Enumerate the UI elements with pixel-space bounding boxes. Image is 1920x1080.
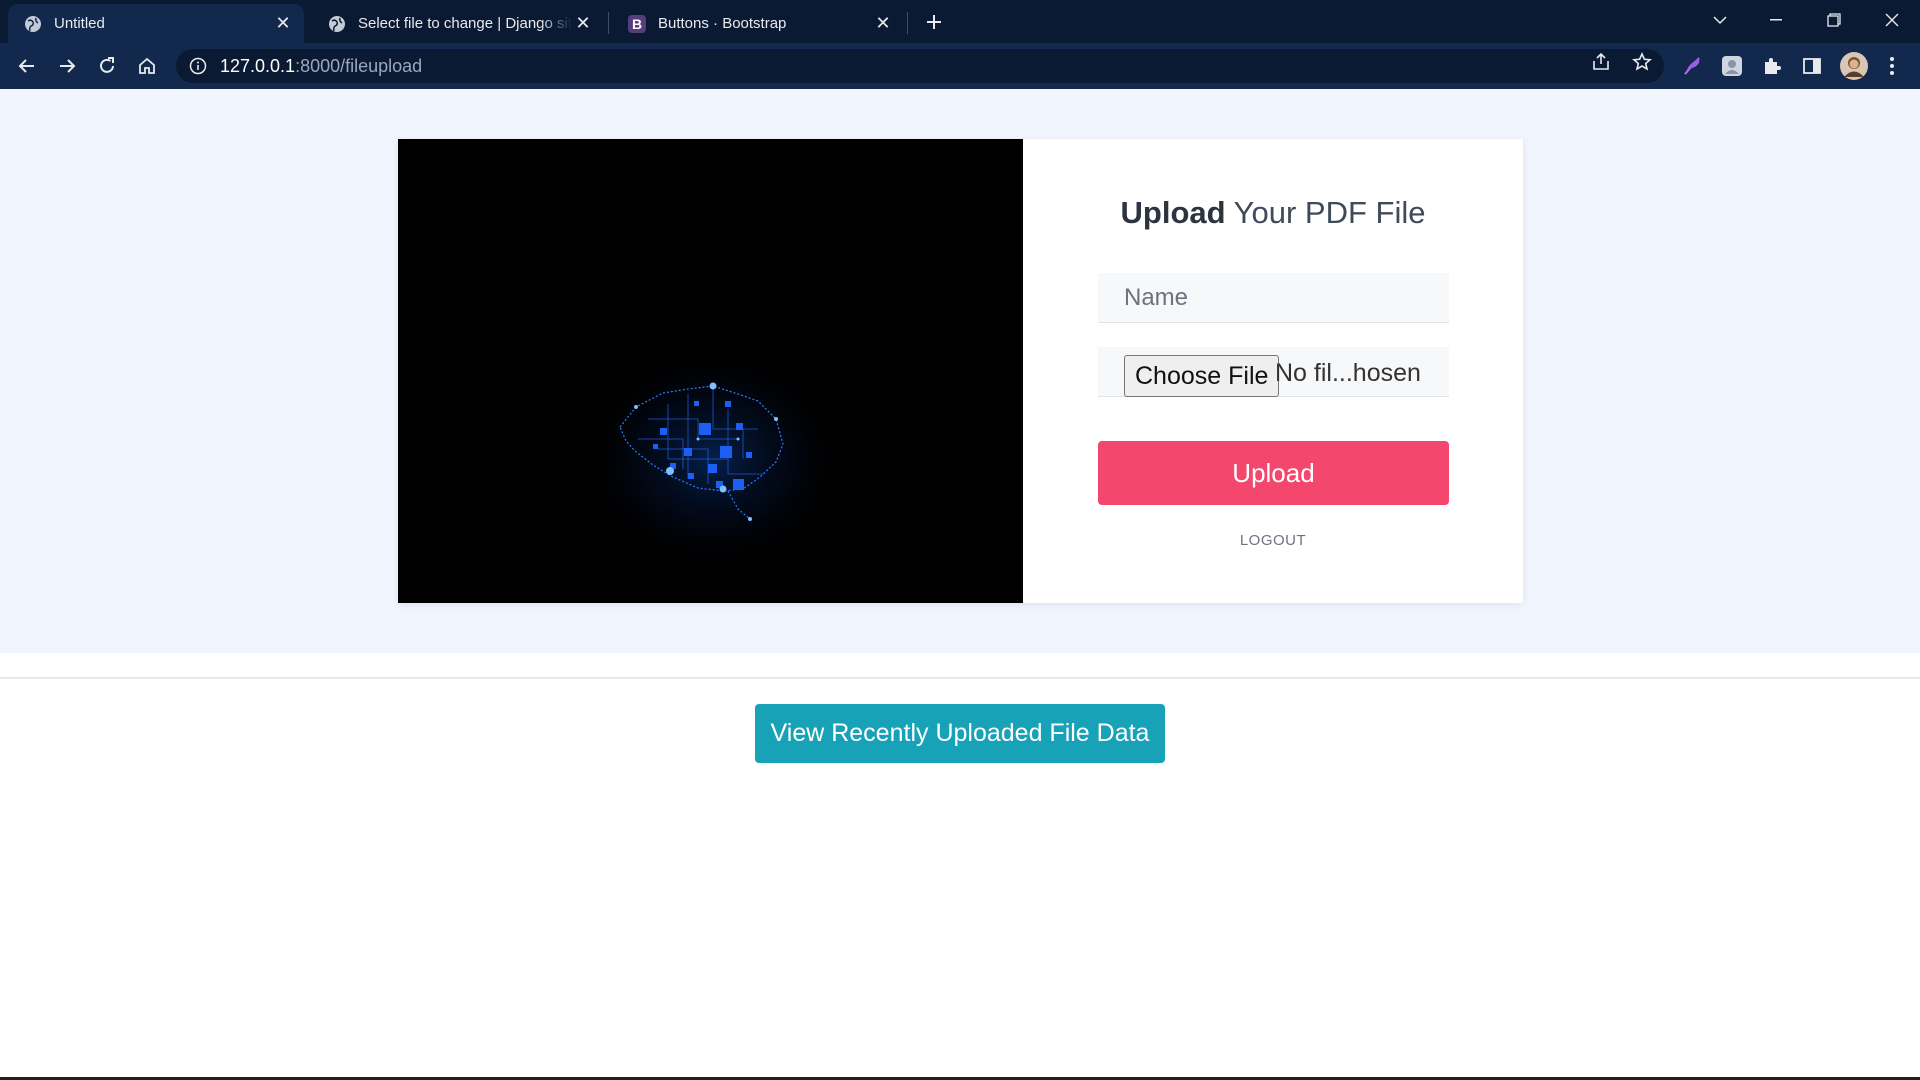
url-text: 127.0.0.1:8000/fileupload: [220, 56, 422, 77]
tab-separator: [608, 12, 609, 34]
logout-link[interactable]: LOGOUT: [1023, 532, 1523, 549]
side-panel-icon[interactable]: [1800, 54, 1824, 78]
browser-toolbar: 127.0.0.1:8000/fileupload: [0, 43, 1920, 89]
info-icon[interactable]: [188, 56, 208, 76]
reload-icon: [100, 57, 114, 73]
name-input[interactable]: [1098, 273, 1449, 323]
section-divider: [0, 677, 1920, 679]
tab-title: Select file to change | Django site admi…: [358, 15, 572, 32]
file-input[interactable]: Choose File No fil...hosen: [1098, 347, 1449, 397]
tab-strip: Untitled ✕ Select file to change | Djang…: [0, 0, 1920, 43]
tab-django-admin[interactable]: Select file to change | Django site admi…: [312, 4, 604, 43]
more-menu-icon[interactable]: [1880, 54, 1904, 78]
tab-untitled[interactable]: Untitled ✕: [8, 4, 304, 43]
close-window-button[interactable]: [1864, 0, 1920, 40]
arrow-left-icon: [18, 59, 34, 73]
back-button[interactable]: [12, 51, 42, 81]
title-rest: Your PDF File: [1225, 195, 1426, 230]
upload-form: Upload Your PDF File Choose File No fil.…: [1023, 139, 1523, 603]
share-icon[interactable]: [1590, 51, 1612, 73]
url-path: :8000/fileupload: [295, 55, 423, 76]
tab-bootstrap-buttons[interactable]: B Buttons · Bootstrap ✕: [612, 4, 904, 43]
home-button[interactable]: [132, 51, 162, 81]
tab-title: Buttons · Bootstrap: [658, 15, 787, 32]
forward-button[interactable]: [52, 51, 82, 81]
tab-search-button[interactable]: [1692, 0, 1748, 40]
choose-file-button[interactable]: Choose File: [1124, 355, 1280, 397]
hero-section: Upload Your PDF File Choose File No fil.…: [0, 89, 1920, 653]
upload-button[interactable]: Upload: [1098, 441, 1449, 505]
close-icon[interactable]: ✕: [872, 13, 894, 35]
star-icon[interactable]: [1631, 51, 1653, 73]
restore-icon: [1827, 13, 1841, 27]
globe-icon: [24, 15, 42, 33]
profile-extension-icon[interactable]: [1720, 54, 1744, 78]
bootstrap-icon: B: [628, 14, 646, 33]
page-content: Upload Your PDF File Choose File No fil.…: [0, 89, 1920, 1080]
page-title: Upload Your PDF File: [1023, 195, 1523, 231]
close-icon[interactable]: ✕: [272, 13, 294, 35]
extensions-puzzle-icon[interactable]: [1760, 54, 1784, 78]
plus-icon: [927, 15, 941, 29]
chevron-down-icon: [1713, 16, 1727, 25]
upload-card: Upload Your PDF File Choose File No fil.…: [398, 139, 1523, 603]
svg-text:B: B: [632, 16, 642, 32]
view-uploaded-data-button[interactable]: View Recently Uploaded File Data: [755, 704, 1165, 763]
close-icon: [1885, 13, 1899, 27]
new-tab-button[interactable]: [920, 8, 948, 36]
arrow-right-icon: [60, 59, 76, 73]
title-bold: Upload: [1120, 195, 1226, 230]
globe-icon: [328, 15, 346, 33]
reload-button[interactable]: [92, 51, 122, 81]
tab-title: Untitled: [54, 15, 105, 32]
close-icon[interactable]: ✕: [572, 13, 594, 35]
tab-separator: [907, 12, 908, 34]
feather-extension-icon[interactable]: [1680, 54, 1704, 78]
home-icon: [139, 57, 155, 74]
brain-illustration: [398, 139, 1023, 603]
minimize-button[interactable]: [1748, 0, 1804, 40]
minimize-icon: [1770, 19, 1782, 21]
avatar[interactable]: [1840, 52, 1868, 80]
restore-button[interactable]: [1806, 0, 1862, 40]
file-status-text: No fil...hosen: [1275, 359, 1421, 387]
url-host: 127.0.0.1: [220, 55, 296, 76]
address-bar[interactable]: 127.0.0.1:8000/fileupload: [176, 49, 1664, 83]
